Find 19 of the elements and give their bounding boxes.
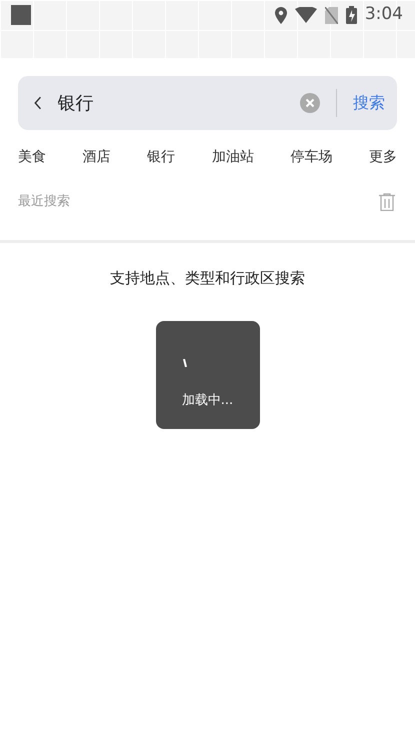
clock-time: 3:04 [364,3,403,26]
category-link[interactable]: 美食 [18,147,46,168]
category-link[interactable]: 银行 [147,147,176,168]
trash-icon[interactable] [379,192,395,211]
category-link[interactable]: 酒店 [82,147,111,168]
category-link[interactable]: 停车场 [290,147,332,168]
hint-text: 支持地点、类型和行政区搜索 [109,268,306,288]
battery-icon [346,6,357,24]
loading-text: 加载中... [182,392,234,410]
search-field[interactable]: 银行 搜索 [18,76,397,130]
category-link[interactable]: 更多 [368,147,397,168]
notification-icon [11,5,31,25]
no-sim-icon [324,6,338,24]
wifi-icon [294,7,317,23]
clear-icon[interactable] [300,93,320,113]
location-icon [274,6,287,24]
section-label: 最近搜索 [18,193,70,211]
spinner-icon [182,359,186,367]
category-link[interactable]: 加油站 [212,147,254,168]
